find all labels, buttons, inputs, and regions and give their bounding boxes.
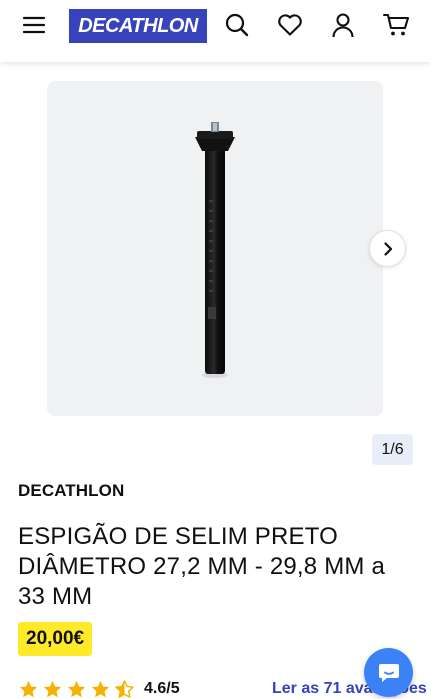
star-icon [91, 680, 110, 697]
decathlon-logo[interactable]: DECATHLON [69, 9, 207, 43]
product-brand[interactable]: DECATHLON [18, 481, 124, 501]
search-icon[interactable] [220, 8, 254, 42]
product-rating: 4.6/5 [18, 678, 180, 699]
logo-text: DECATHLON [78, 14, 198, 37]
next-image-button[interactable] [369, 230, 406, 267]
top-header: DECATHLON [0, 0, 431, 62]
heart-icon[interactable] [273, 8, 307, 42]
star-icon [67, 680, 86, 697]
user-icon[interactable] [326, 8, 360, 42]
product-price: 20,00€ [18, 622, 93, 656]
cart-icon[interactable] [379, 8, 413, 42]
image-counter: 1/6 [372, 434, 413, 465]
product-title: ESPIGÃO DE SELIM PRETO DIÂMETRO 27,2 MM … [18, 523, 386, 610]
menu-icon[interactable] [17, 8, 51, 42]
rating-score: 4.6/5 [144, 680, 180, 697]
product-image [195, 122, 235, 378]
star-icon [43, 680, 62, 697]
chevron-right-icon [383, 241, 392, 256]
chat-icon [378, 663, 399, 682]
chat-button[interactable] [364, 648, 413, 697]
product-image-gallery[interactable] [47, 81, 383, 416]
star-icon [19, 680, 38, 697]
star-half-icon [115, 679, 134, 698]
